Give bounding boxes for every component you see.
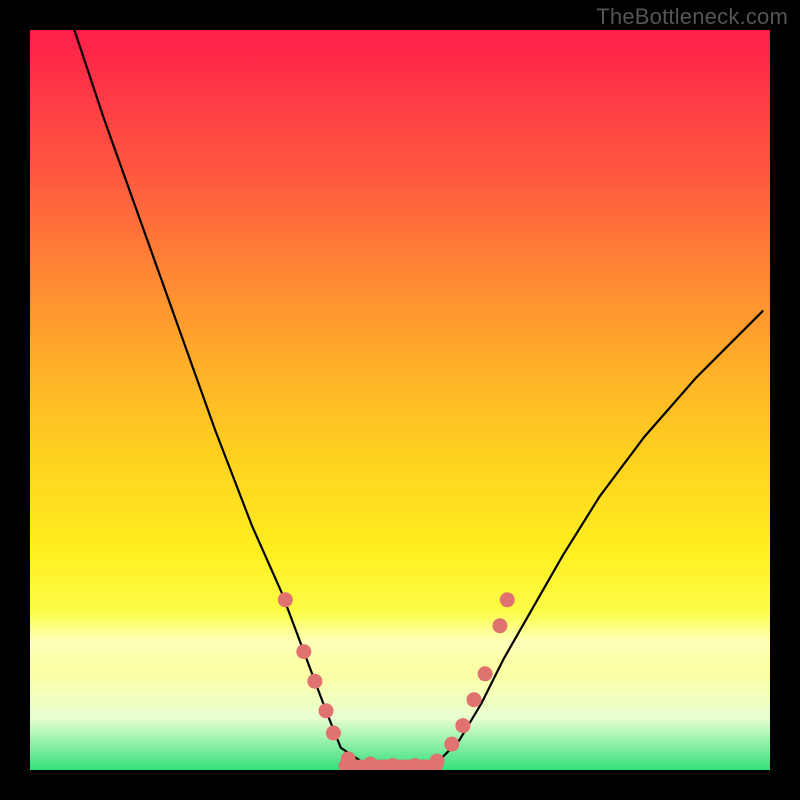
bottleneck-curve: [74, 30, 762, 766]
marker-dot: [478, 666, 493, 681]
chart-svg: [30, 30, 770, 770]
marker-dot: [444, 737, 459, 752]
marker-group: [278, 592, 515, 770]
marker-dot: [455, 718, 470, 733]
marker-dot: [363, 757, 378, 770]
watermark-text: TheBottleneck.com: [596, 4, 788, 30]
marker-dot: [307, 674, 322, 689]
marker-dot: [500, 592, 515, 607]
marker-dot: [341, 751, 356, 766]
marker-dot: [326, 726, 341, 741]
marker-dot: [467, 692, 482, 707]
chart-frame: TheBottleneck.com: [0, 0, 800, 800]
marker-dot: [319, 703, 334, 718]
marker-dot: [296, 644, 311, 659]
plot-area: [30, 30, 770, 770]
marker-dot: [430, 754, 445, 769]
marker-dot: [492, 618, 507, 633]
marker-dot: [278, 592, 293, 607]
